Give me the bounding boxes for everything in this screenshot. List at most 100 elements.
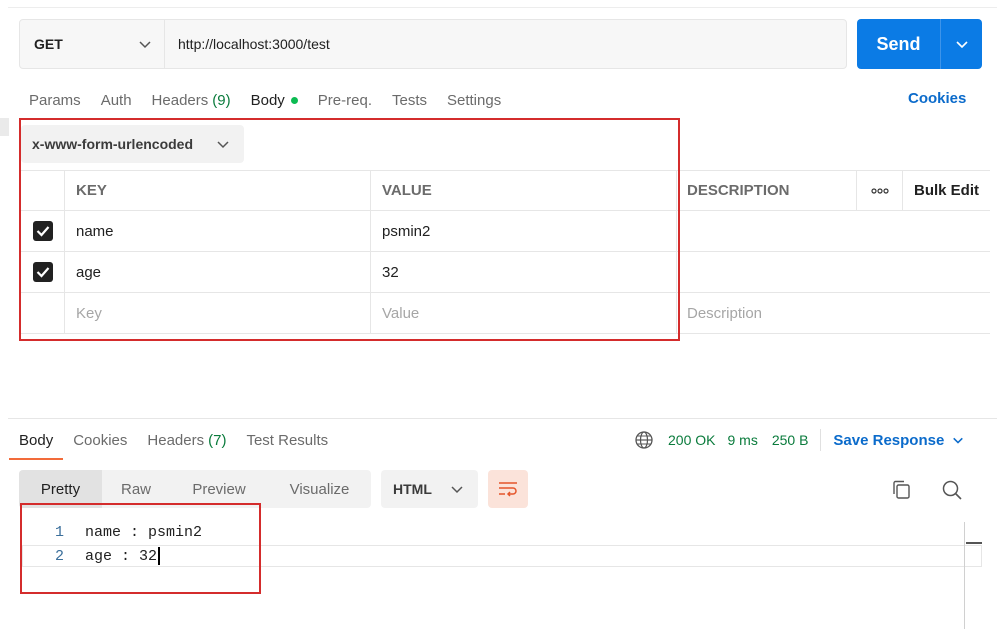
- column-header-value: VALUE: [371, 171, 677, 210]
- bulk-edit-button[interactable]: Bulk Edit: [903, 171, 990, 210]
- search-icon[interactable]: [940, 478, 964, 502]
- column-header-key: KEY: [65, 171, 371, 210]
- empty-cell: [857, 293, 903, 333]
- chevron-down-icon: [955, 41, 968, 49]
- description-cell[interactable]: [677, 252, 857, 292]
- new-key-input[interactable]: Key: [65, 293, 371, 333]
- tab-auth[interactable]: Auth: [91, 82, 142, 118]
- table-row: name psmin2: [21, 211, 990, 252]
- line-number: 1: [54, 523, 64, 541]
- meta-divider: [820, 429, 822, 451]
- chevron-down-icon: [451, 486, 463, 494]
- send-label: Send: [857, 19, 941, 69]
- response-code-editor[interactable]: 1 name : psmin2 2 age : 32: [22, 520, 982, 568]
- body-active-dot: [290, 96, 298, 104]
- response-time[interactable]: 9 ms: [727, 432, 757, 448]
- response-view-tabs: Pretty Raw Preview Visualize: [19, 470, 371, 508]
- form-params-table: KEY VALUE DESCRIPTION Bulk Edit name psm…: [21, 170, 990, 334]
- more-options-button[interactable]: [857, 171, 903, 210]
- chevron-down-icon: [139, 41, 151, 49]
- headers-count: (7): [208, 431, 227, 449]
- body-type-selector[interactable]: x-www-form-urlencoded: [21, 125, 244, 163]
- status-badge[interactable]: 200 OK: [668, 432, 715, 448]
- response-tab-headers[interactable]: Headers (7): [137, 422, 236, 458]
- value-cell[interactable]: psmin2: [371, 211, 677, 251]
- code-line: 2 age : 32: [22, 544, 982, 568]
- new-description-input[interactable]: Description: [677, 293, 857, 333]
- row-checkbox[interactable]: [32, 262, 53, 282]
- key-cell[interactable]: name: [65, 211, 371, 251]
- headers-count: (9): [212, 91, 231, 109]
- cookies-link[interactable]: Cookies: [908, 90, 966, 107]
- tab-label: Tests: [391, 91, 427, 109]
- code-text-content: age : 32: [85, 547, 158, 565]
- empty-cell: [857, 252, 903, 292]
- view-tab-pretty[interactable]: Pretty: [19, 470, 102, 508]
- scroll-position-marker: [966, 542, 982, 544]
- request-tabs: Params Auth Headers (9) Body Pre-req. Tes…: [19, 82, 511, 120]
- copy-icon[interactable]: [891, 479, 913, 501]
- view-tab-visualize[interactable]: Visualize: [268, 470, 371, 508]
- response-tab-cookies[interactable]: Cookies: [63, 422, 137, 458]
- tab-label: Headers: [147, 431, 205, 449]
- globe-icon[interactable]: [634, 430, 654, 450]
- method-selector[interactable]: GET: [20, 20, 165, 68]
- text-cursor: [158, 547, 161, 565]
- wrap-lines-button[interactable]: [488, 470, 528, 508]
- format-label: HTML: [393, 481, 432, 497]
- save-response-label: Save Response: [833, 431, 945, 449]
- view-tab-preview[interactable]: Preview: [170, 470, 268, 508]
- tab-settings[interactable]: Settings: [437, 82, 511, 118]
- code-text: age : 32: [68, 547, 161, 565]
- request-url-bar: GET: [19, 19, 847, 69]
- header-check-cell: [21, 171, 65, 210]
- tab-params[interactable]: Params: [19, 82, 91, 118]
- tab-body[interactable]: Body: [240, 82, 309, 120]
- tab-label: Pre-req.: [317, 91, 372, 109]
- row-checkbox[interactable]: [32, 221, 53, 241]
- tab-label: Headers: [151, 91, 209, 109]
- view-tab-raw[interactable]: Raw: [102, 470, 170, 508]
- tab-tests[interactable]: Tests: [382, 82, 437, 118]
- top-divider: [8, 7, 997, 8]
- send-options-dropdown[interactable]: [941, 19, 982, 69]
- response-tab-body[interactable]: Body: [9, 422, 64, 460]
- tab-label: Auth: [100, 91, 132, 109]
- table-row: age 32: [21, 252, 990, 293]
- checkmark-icon: [36, 226, 49, 237]
- new-value-input[interactable]: Value: [371, 293, 677, 333]
- tab-label: Cookies: [73, 431, 128, 449]
- row-checkbox-cell: [21, 293, 65, 333]
- save-response-button[interactable]: Save Response: [833, 432, 964, 449]
- response-tabs: Body Cookies Headers (7) Test Results: [9, 422, 338, 460]
- response-meta: 200 OK 9 ms 250 B Save Response: [634, 428, 964, 452]
- method-label: GET: [34, 36, 63, 52]
- tab-prereq[interactable]: Pre-req.: [308, 82, 382, 118]
- chevron-down-icon: [217, 141, 229, 149]
- empty-cell: [903, 211, 990, 251]
- editor-scrollbar[interactable]: [964, 522, 965, 629]
- code-line: 1 name : psmin2: [22, 520, 982, 544]
- tab-headers[interactable]: Headers (9): [142, 82, 241, 118]
- value-cell[interactable]: 32: [371, 252, 677, 292]
- description-cell[interactable]: [677, 211, 857, 251]
- more-dots-icon: [870, 187, 889, 194]
- empty-cell: [903, 252, 990, 292]
- chevron-down-icon: [953, 437, 964, 444]
- line-number: 2: [54, 547, 64, 565]
- url-input[interactable]: [165, 20, 846, 68]
- tab-label: Params: [29, 91, 81, 109]
- key-cell[interactable]: age: [65, 252, 371, 292]
- empty-cell: [903, 293, 990, 333]
- table-row-new: Key Value Description: [21, 293, 990, 334]
- send-button[interactable]: Send: [857, 19, 982, 69]
- tab-label: Body: [250, 91, 285, 109]
- wrap-lines-icon: [499, 482, 517, 497]
- left-edge-strip: [0, 118, 9, 136]
- response-size[interactable]: 250 B: [772, 432, 809, 448]
- body-type-label: x-www-form-urlencoded: [32, 136, 194, 152]
- tab-label: Body: [19, 431, 54, 449]
- format-selector[interactable]: HTML: [381, 470, 478, 508]
- response-tab-test-results[interactable]: Test Results: [236, 422, 338, 458]
- response-divider: [8, 418, 997, 419]
